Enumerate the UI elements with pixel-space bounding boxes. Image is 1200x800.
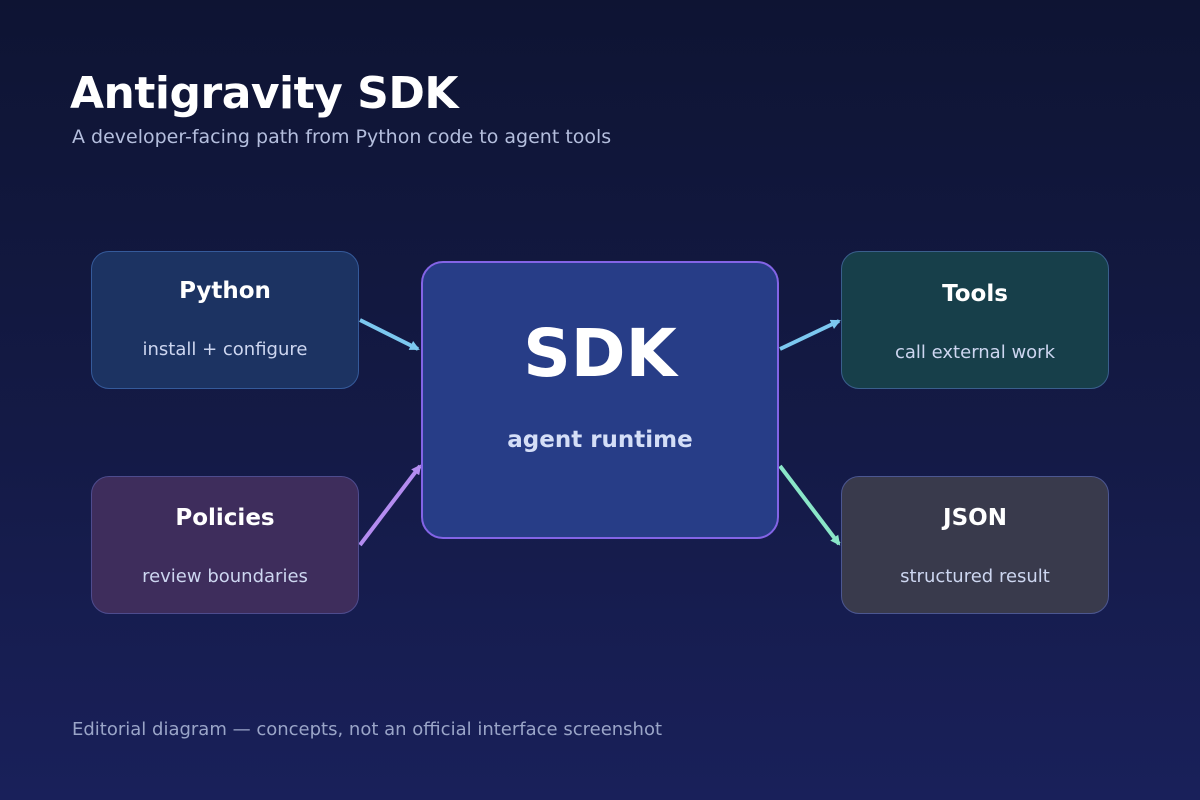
policies-node: Policies review boundaries	[91, 476, 359, 614]
json-node-title: JSON	[943, 505, 1007, 531]
json-node-description: structured result	[900, 566, 1050, 587]
footnote: Editorial diagram — concepts, not an off…	[72, 719, 663, 740]
python-node-description: install + configure	[142, 339, 308, 360]
sdk-node-description: agent runtime	[507, 427, 693, 453]
page-subtitle: A developer-facing path from Python code…	[72, 126, 612, 148]
policies-node-description: review boundaries	[142, 566, 308, 587]
arrow-sdk-to-tools	[779, 319, 841, 351]
policies-node-title: Policies	[175, 505, 275, 531]
tools-node: Tools call external work	[841, 251, 1109, 389]
tools-node-title: Tools	[942, 281, 1008, 307]
tools-node-description: call external work	[895, 342, 1055, 363]
python-node: Python install + configure	[91, 251, 359, 389]
arrow-policies-to-sdk	[358, 464, 422, 547]
page-title: Antigravity SDK	[70, 68, 458, 119]
sdk-node: SDK agent runtime	[421, 261, 779, 539]
arrow-sdk-to-json	[778, 464, 841, 546]
sdk-node-title: SDK	[523, 315, 677, 392]
arrow-python-to-sdk	[359, 318, 420, 351]
json-node: JSON structured result	[841, 476, 1109, 614]
python-node-title: Python	[179, 278, 271, 304]
